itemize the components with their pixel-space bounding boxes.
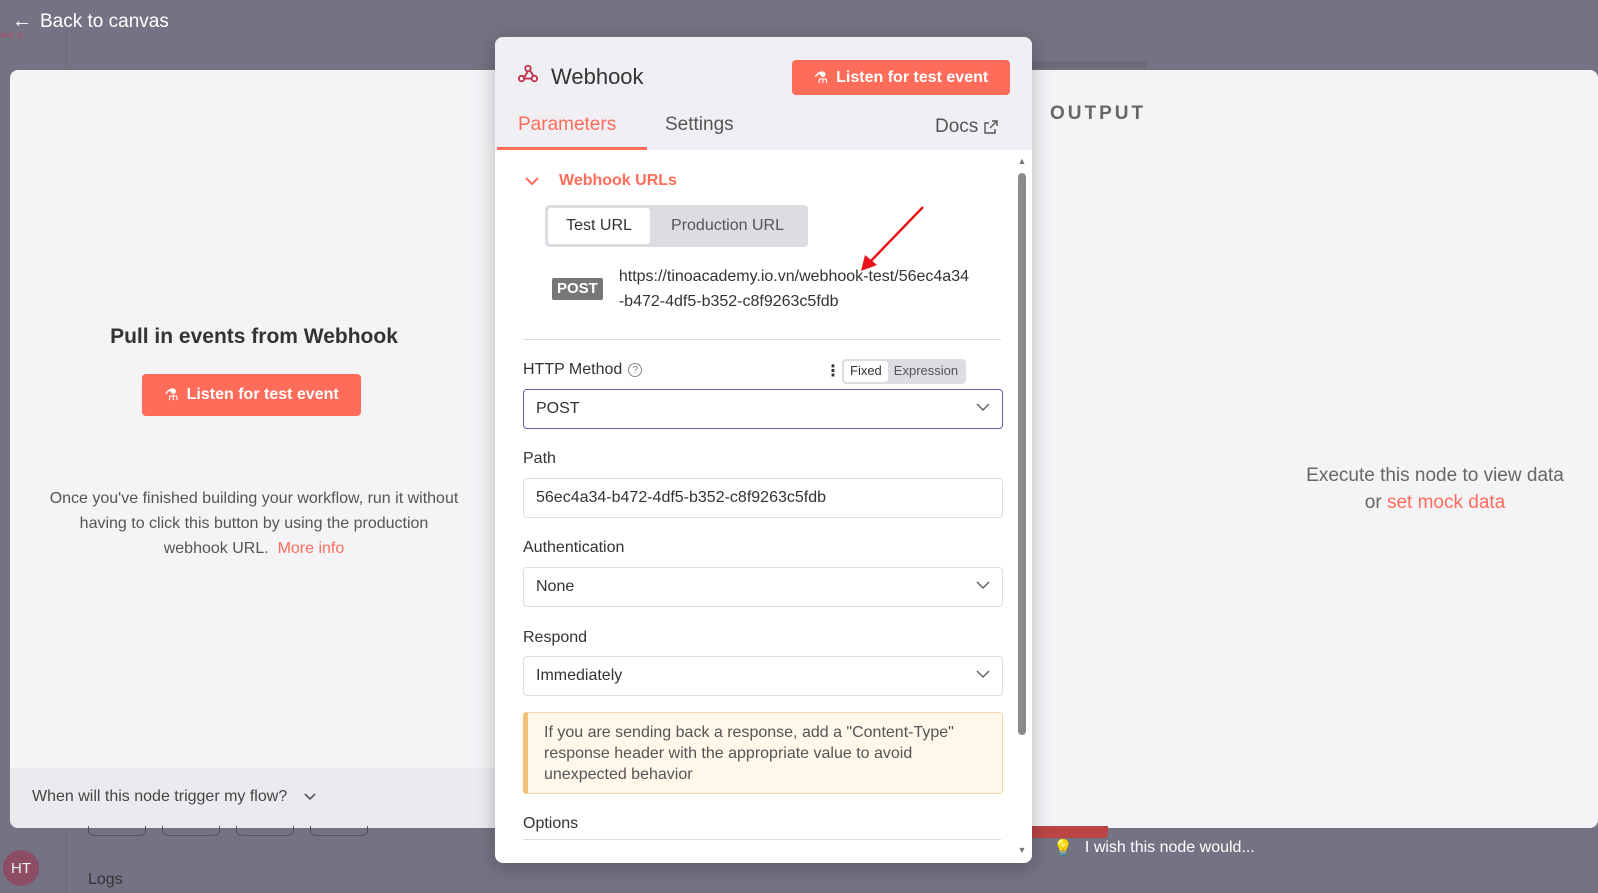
docs-label: Docs [935, 116, 979, 137]
chevron-down-icon [976, 670, 990, 679]
chevron-down-icon [304, 793, 316, 801]
input-description: Once you've finished building your workf… [48, 486, 460, 561]
more-options-icon[interactable]: ⋮ [825, 361, 841, 381]
set-mock-data-link[interactable]: set mock data [1387, 492, 1505, 513]
node-title: Webhook [517, 63, 644, 91]
scroll-up-icon[interactable]: ▲ [1017, 156, 1027, 166]
path-value: 56ec4a34-b472-4df5-b352-c8f9263c5fdb [536, 489, 827, 506]
path-input[interactable]: 56ec4a34-b472-4df5-b352-c8f9263c5fdb [523, 478, 1003, 518]
path-label: Path [523, 450, 556, 467]
trigger-question-bar[interactable]: When will this node trigger my flow? [10, 768, 498, 828]
external-link-icon [984, 120, 998, 134]
input-pane: Pull in events from Webhook ⚗ Listen for… [10, 70, 498, 828]
tab-settings[interactable]: Settings [665, 114, 734, 136]
canvas-red-button [1028, 826, 1108, 838]
modal-header: Webhook ⚗ Listen for test event Paramete… [495, 37, 1032, 150]
production-url-tab[interactable]: Production URL [650, 208, 805, 244]
parameters-panel: Webhook URLs Test URL Production URL POS… [495, 150, 1032, 863]
method-badge: POST [552, 278, 603, 300]
http-method-value: POST [536, 400, 580, 417]
avatar[interactable]: HT [3, 850, 39, 886]
fixed-expression-toggle: Fixed Expression [842, 359, 967, 384]
http-method-select[interactable]: POST [523, 389, 1003, 429]
respond-label: Respond [523, 629, 588, 646]
webhook-icon [517, 63, 539, 91]
trigger-question-text: When will this node trigger my flow? [32, 788, 288, 805]
modal-tabs: Parameters Settings Docs [495, 110, 1032, 150]
listen-test-event-button-input[interactable]: ⚗ Listen for test event [142, 374, 361, 416]
back-to-canvas-link[interactable]: ← Back to canvas [12, 10, 169, 33]
respond-select[interactable]: Immediately [523, 656, 1003, 696]
docs-link[interactable]: Docs [935, 116, 998, 138]
http-method-label-text: HTTP Method [523, 361, 623, 378]
wish-text: I wish this node would... [1084, 839, 1255, 856]
options-divider [523, 839, 1001, 840]
url-type-switch: Test URL Production URL [545, 205, 808, 247]
scrollbar[interactable]: ▲ ▼ [1017, 156, 1027, 855]
scrollbar-thumb[interactable] [1018, 173, 1026, 735]
expression-mode-button[interactable]: Expression [888, 361, 964, 382]
authentication-select[interactable]: None [523, 567, 1003, 607]
options-label: Options [523, 815, 579, 832]
tab-parameters[interactable]: Parameters [518, 114, 616, 136]
canvas-buttons [88, 826, 368, 836]
output-empty-state: Execute this node to view data or set mo… [1290, 462, 1580, 516]
test-url-tab[interactable]: Test URL [548, 208, 650, 244]
trigger-question: When will this node trigger my flow? [32, 788, 316, 806]
lightbulb-icon: 💡 [1053, 840, 1073, 857]
webhook-node-modal: Webhook ⚗ Listen for test event Paramete… [495, 37, 1032, 863]
webhook-urls-toggle[interactable]: Webhook URLs [525, 172, 677, 190]
description-text: Once you've finished building your workf… [49, 490, 459, 557]
chevron-down-icon [976, 581, 990, 590]
flask-icon: ⚗ [164, 387, 179, 404]
flask-icon: ⚗ [813, 69, 829, 87]
output-label: OUTPUT [1050, 103, 1147, 124]
more-info-link[interactable]: More info [278, 540, 345, 557]
logs-label[interactable]: Logs [88, 871, 123, 889]
chevron-down-icon [525, 176, 539, 185]
content-type-notice: If you are sending back a response, add … [523, 712, 1003, 794]
listen-button-label: Listen for test event [186, 386, 339, 403]
node-title-text[interactable]: Webhook [551, 64, 644, 90]
fixed-mode-button[interactable]: Fixed [844, 361, 888, 382]
help-icon[interactable]: ? [628, 363, 643, 377]
or-text: or [1364, 492, 1382, 513]
webhook-urls-heading: Webhook URLs [559, 172, 677, 189]
listen-test-event-button[interactable]: ⚗ Listen for test event [792, 60, 1010, 95]
back-label: Back to canvas [40, 10, 169, 32]
canvas-bar [1027, 61, 1147, 69]
scroll-down-icon[interactable]: ▼ [1017, 845, 1027, 855]
workflow-icon: ⚯⚬ [0, 28, 27, 45]
http-method-label: HTTP Method ? [523, 361, 643, 379]
listen-button-label: Listen for test event [836, 68, 989, 86]
annotation-arrow [861, 206, 924, 271]
authentication-label: Authentication [523, 539, 625, 556]
input-title: Pull in events from Webhook [110, 325, 398, 348]
section-divider [523, 339, 1001, 340]
authentication-value: None [536, 578, 575, 595]
respond-value: Immediately [536, 667, 623, 684]
chevron-down-icon [976, 403, 990, 412]
feedback-prompt[interactable]: 💡 I wish this node would... [1053, 838, 1255, 858]
execute-text: Execute this node to view data [1306, 465, 1564, 486]
